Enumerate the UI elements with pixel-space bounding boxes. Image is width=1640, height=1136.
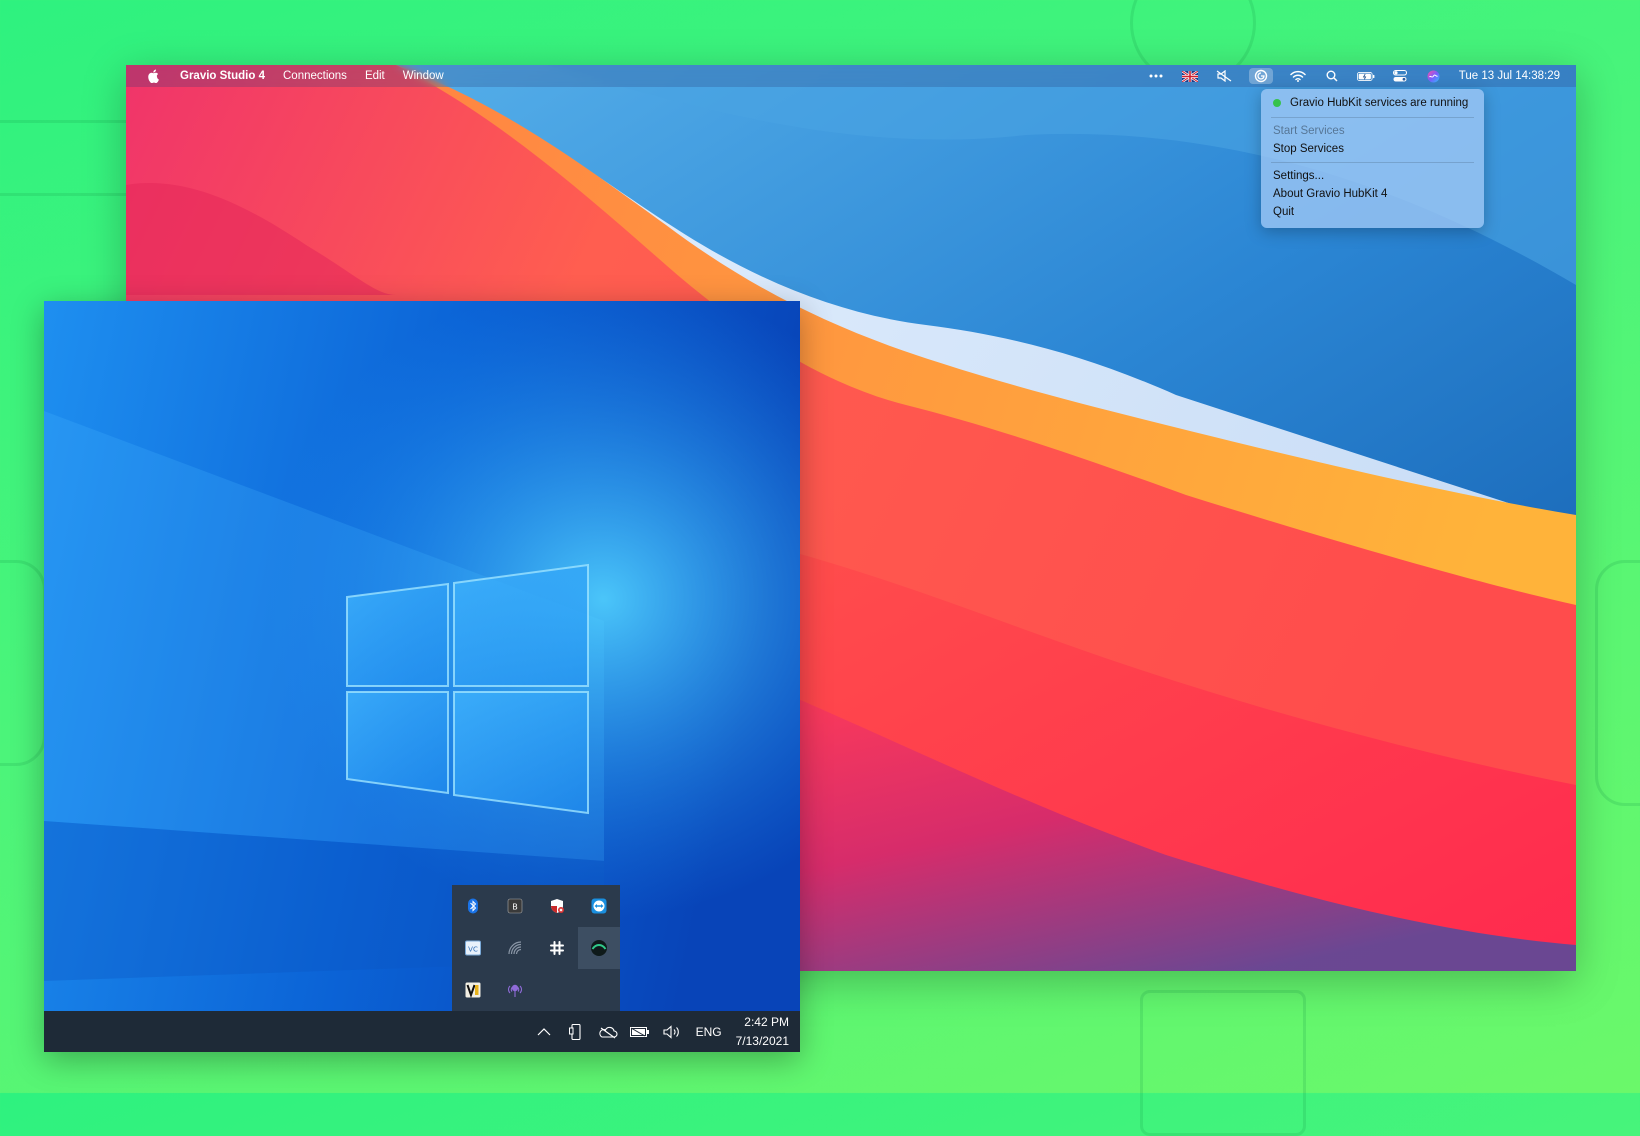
- menu-connections[interactable]: Connections: [283, 70, 347, 82]
- taskbar-time: 2:42 PM: [744, 1014, 789, 1029]
- menu-separator: [1271, 117, 1474, 118]
- wireless-icon[interactable]: [494, 927, 536, 969]
- tray-overflow-panel: B VC: [452, 885, 620, 1011]
- slack-icon[interactable]: [536, 927, 578, 969]
- background-decoration: [1595, 560, 1640, 806]
- windows-taskbar: ENG 2:42 PM 7/13/2021: [44, 1011, 800, 1052]
- windows-desktop: B VC ENG 2:42 PM 7/13/2021: [44, 301, 800, 1052]
- macos-menubar: Gravio Studio 4 Connections Edit Window: [126, 65, 1576, 87]
- app-icon[interactable]: B: [494, 885, 536, 927]
- stop-services-menu-item[interactable]: Stop Services: [1261, 140, 1484, 158]
- background-decoration: [0, 120, 136, 196]
- security-shield-icon[interactable]: [536, 885, 578, 927]
- hubkit-status-menu: Gravio HubKit services are running Start…: [1261, 89, 1484, 228]
- network-app-icon[interactable]: [494, 969, 536, 1011]
- teamviewer-icon[interactable]: [578, 885, 620, 927]
- settings-menu-item[interactable]: Settings...: [1261, 167, 1484, 185]
- show-hidden-icons-icon[interactable]: [528, 1011, 560, 1052]
- menu-window[interactable]: Window: [403, 70, 444, 82]
- apple-logo-icon[interactable]: [144, 68, 162, 84]
- media-app-icon[interactable]: [452, 969, 494, 1011]
- app-name-menu[interactable]: Gravio Studio 4: [180, 70, 265, 82]
- gravio-hubkit-icon[interactable]: [1248, 68, 1273, 84]
- mute-icon[interactable]: [1215, 68, 1233, 84]
- volume-icon[interactable]: [656, 1011, 688, 1052]
- uk-flag-icon[interactable]: [1181, 68, 1199, 84]
- device-icon[interactable]: [560, 1011, 592, 1052]
- battery-icon[interactable]: [624, 1011, 656, 1052]
- taskbar-date: 7/13/2021: [735, 1033, 789, 1048]
- bluetooth-icon[interactable]: [452, 885, 494, 927]
- battery-icon[interactable]: [1356, 68, 1375, 84]
- wifi-icon[interactable]: [1289, 68, 1307, 84]
- onedrive-icon[interactable]: [592, 1011, 624, 1052]
- windows-wallpaper: [44, 301, 800, 1011]
- running-status-indicator: [1273, 99, 1281, 107]
- taskbar-clock[interactable]: 2:42 PM 7/13/2021: [730, 1013, 800, 1051]
- menubar-clock[interactable]: Tue 13 Jul 14:38:29: [1459, 70, 1560, 82]
- input-language-indicator[interactable]: ENG: [688, 1025, 730, 1039]
- control-center-icon[interactable]: [1391, 68, 1409, 84]
- spotlight-search-icon[interactable]: [1323, 68, 1341, 84]
- svg-text:B: B: [512, 903, 518, 912]
- background-decoration: [0, 560, 46, 766]
- service-status-row: Gravio HubKit services are running: [1261, 95, 1484, 113]
- about-menu-item[interactable]: About Gravio HubKit 4: [1261, 185, 1484, 203]
- ellipsis-icon[interactable]: [1147, 68, 1165, 84]
- background-decoration: [1140, 990, 1306, 1136]
- menu-edit[interactable]: Edit: [365, 70, 385, 82]
- gravio-hubkit-icon[interactable]: [578, 927, 620, 969]
- start-services-menu-item: Start Services: [1273, 125, 1345, 137]
- vc-app-icon[interactable]: VC: [452, 927, 494, 969]
- menu-separator: [1271, 162, 1474, 163]
- quit-menu-item[interactable]: Quit: [1261, 203, 1484, 221]
- service-status-text: Gravio HubKit services are running: [1290, 97, 1469, 109]
- siri-icon[interactable]: [1425, 68, 1443, 84]
- svg-text:VC: VC: [468, 946, 478, 954]
